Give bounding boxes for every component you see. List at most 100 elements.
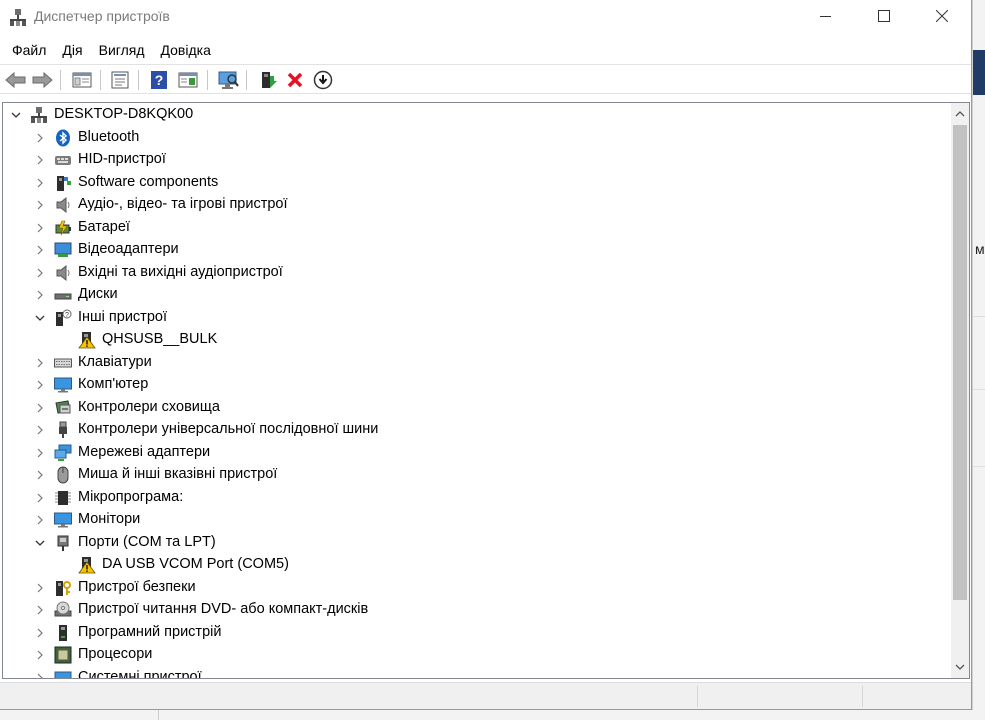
expand-toggle[interactable] [34,176,46,190]
expand-toggle[interactable] [34,513,46,527]
tree-row[interactable]: Комп'ютер [3,374,943,397]
uninstall-device-button[interactable] [283,68,307,92]
tree-row[interactable]: Батареї [3,217,943,240]
tree-row[interactable]: Вхідні та вихідні аудіопристрої [3,262,943,285]
tree-row[interactable]: Мережеві адаптери [3,442,943,465]
tree-row[interactable]: Пристрої безпеки [3,577,943,600]
expand-toggle[interactable] [34,648,46,662]
chevron-right-icon [37,245,43,255]
expand-toggle[interactable] [34,581,46,595]
chevron-down-icon [955,664,965,670]
expand-toggle[interactable] [34,221,46,235]
tree-row[interactable]: Порти (COM та LPT) [3,532,943,555]
expand-toggle[interactable] [34,131,46,145]
expand-toggle[interactable] [34,356,46,370]
tree-row[interactable]: Аудіо-, відео- та ігрові пристрої [3,194,943,217]
scrollbar-thumb[interactable] [953,125,967,600]
warning-device-icon [78,331,96,349]
expand-toggle[interactable] [34,243,46,257]
tree-row[interactable]: Контролери універсальної послідовної шин… [3,419,943,442]
chevron-right-icon [37,605,43,615]
tree-row[interactable]: Контролери сховища [3,397,943,420]
expand-toggle[interactable] [34,401,46,415]
forward-button[interactable] [30,68,54,92]
menu-action[interactable]: Дія [54,39,90,61]
expand-toggle[interactable] [34,446,46,460]
menu-view[interactable]: Вигляд [91,39,153,61]
toolbar-separator [246,70,247,90]
tree-row[interactable]: Монітори [3,509,943,532]
display-adapter-icon [54,241,72,259]
expand-toggle[interactable] [34,198,46,212]
expand-toggle[interactable] [34,153,46,167]
tree-item-label: Монітори [78,511,141,527]
tree-item-label: QHSUSB__BULK [102,331,218,347]
tree-row[interactable]: Software components [3,172,943,195]
tree-row[interactable]: DESKTOP-D8KQK00 [3,104,943,127]
console-tree-button[interactable] [70,68,94,92]
tree-item-label: Контролери сховища [78,398,220,415]
scroll-down-button[interactable] [951,658,969,676]
expand-toggle[interactable] [34,468,46,482]
tree-item-label: Порти (COM та LPT) [78,533,216,550]
tree-row[interactable]: Клавіатури [3,352,943,375]
expand-toggle[interactable] [34,626,46,640]
tree-item-label: Клавіатури [78,353,152,370]
tree-row[interactable]: DA USB VCOM Port (COM5) [3,554,943,577]
chevron-right-icon [37,178,43,187]
toolbar-separator [207,70,208,90]
expand-toggle[interactable] [34,671,46,678]
vertical-scrollbar[interactable] [951,103,969,678]
tree-row[interactable]: Процесори [3,644,943,667]
action-pane-button[interactable] [176,68,200,92]
properties-button[interactable] [108,68,132,92]
monitor-icon [54,376,72,394]
tree-row[interactable]: Миша й інші вказівні пристрої [3,464,943,487]
expand-toggle[interactable] [34,266,46,280]
chevron-right-icon [37,650,43,660]
collapse-toggle[interactable] [10,108,22,122]
tree-item-label: DESKTOP-D8KQK00 [54,106,194,122]
menu-file[interactable]: Файл [4,39,54,61]
maximize-button[interactable] [861,0,907,32]
tree-row[interactable]: Мікропрограма: [3,487,943,510]
minimize-button[interactable] [803,0,849,32]
tree-row[interactable]: Відеоадаптери [3,239,943,262]
device-tree[interactable]: DESKTOP-D8KQK00 Bluetooth HID-пристрої Soft… [3,103,951,678]
expand-toggle[interactable] [34,491,46,505]
tree-row[interactable]: HID-пристрої [3,149,943,172]
tree-row[interactable]: Bluetooth [3,127,943,150]
chevron-right-icon [37,200,43,210]
collapse-toggle[interactable] [34,536,46,550]
tree-row[interactable]: Диски [3,284,943,307]
menu-help[interactable]: Довідка [153,39,219,61]
disable-device-button[interactable] [311,68,335,92]
security-device-icon [54,579,72,597]
title-bar[interactable]: Диспетчер пристроїв [0,0,971,34]
tree-row[interactable]: Системні пристрої [3,667,943,678]
tree-row[interactable]: QHSUSB__BULK [3,329,943,352]
update-driver-button[interactable] [256,68,280,92]
scroll-up-button[interactable] [951,105,969,123]
action-pane-icon [178,72,198,88]
expand-toggle[interactable] [34,603,46,617]
back-button[interactable] [4,68,28,92]
dvd-icon [54,601,72,619]
close-button[interactable] [919,0,965,32]
expand-toggle[interactable] [34,423,46,437]
chevron-right-icon [37,425,43,435]
expand-toggle[interactable] [34,288,46,302]
scan-hardware-button[interactable] [216,68,240,92]
tree-row[interactable]: Програмний пристрій [3,622,943,645]
chevron-right-icon [37,403,43,412]
chevron-right-icon [37,673,43,678]
tree-row[interactable]: Пристрої читання DVD- або компакт-дисків [3,599,943,622]
expand-toggle[interactable] [34,378,46,392]
tree-item-label: Відеоадаптери [78,241,179,257]
tree-item-label: Аудіо-, відео- та ігрові пристрої [78,196,288,212]
help-button[interactable]: ? [147,68,171,92]
tree-row[interactable]: ? Інші пристрої [3,307,943,330]
collapse-toggle[interactable] [34,311,46,325]
close-icon [936,10,948,22]
tree-item-label: Пристрої читання DVD- або компакт-дисків [78,601,369,617]
